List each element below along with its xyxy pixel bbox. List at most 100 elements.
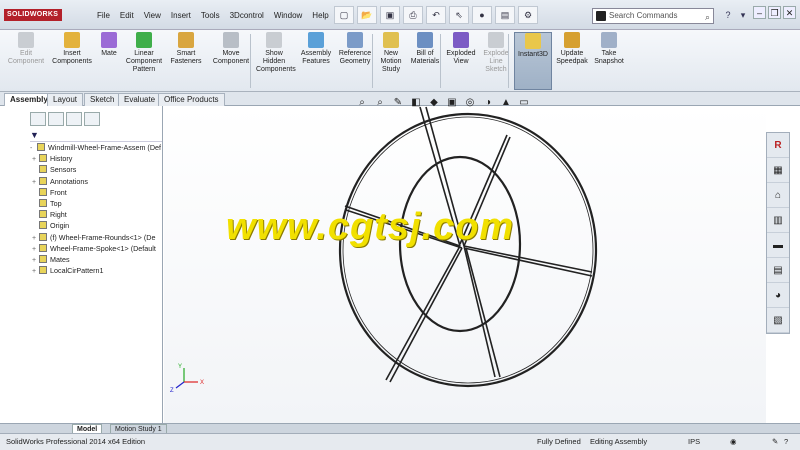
- print-icon[interactable]: ⎙: [403, 6, 423, 24]
- tab-layout[interactable]: Layout: [47, 93, 84, 106]
- tree-item[interactable]: + Mates: [30, 254, 163, 265]
- tree-item[interactable]: + Wheel-Frame-Spoke<1> (Default: [30, 243, 163, 254]
- home-icon[interactable]: ⌂: [767, 183, 789, 208]
- tab-office-products[interactable]: Office Products: [158, 93, 225, 106]
- tree-item[interactable]: Top: [30, 198, 163, 209]
- watermark-text: www.cgtsj.com: [226, 206, 515, 248]
- rebuild-icon[interactable]: ●: [472, 6, 492, 24]
- menu-item-view[interactable]: View: [139, 10, 166, 22]
- apply-scene-icon[interactable]: ▲: [499, 96, 513, 110]
- help-status-icon[interactable]: ?: [784, 434, 788, 450]
- file-properties-icon[interactable]: ▤: [495, 6, 515, 24]
- ribbon-reference-geometry-button[interactable]: Reference Geometry: [336, 32, 374, 90]
- ribbon-label: Take Snapshot: [594, 50, 624, 65]
- feature-manager-tab-icon[interactable]: [30, 112, 46, 126]
- menu-item-window[interactable]: Window: [269, 10, 307, 22]
- search-icon[interactable]: ⌕: [705, 10, 710, 24]
- folder-icon[interactable]: ▬: [767, 233, 789, 258]
- menu-item-insert[interactable]: Insert: [166, 10, 196, 22]
- units-selector[interactable]: IPS: [688, 434, 700, 450]
- tab-sketch[interactable]: Sketch: [84, 93, 121, 106]
- edit-appearance-icon[interactable]: ◑: [481, 96, 495, 110]
- display-manager-tab-icon[interactable]: [84, 112, 100, 126]
- tree-item[interactable]: + LocalCirPattern1: [30, 265, 163, 276]
- view-orientation-icon[interactable]: ◆: [427, 96, 441, 110]
- minimize-icon[interactable]: –: [753, 6, 766, 19]
- ribbon-move-component-button[interactable]: Move Component: [208, 32, 254, 90]
- rebuild-status-icon: ◉: [730, 437, 737, 446]
- model-tabs: Model Motion Study 1: [0, 423, 800, 434]
- configuration-manager-tab-icon[interactable]: [66, 112, 82, 126]
- title-bar: SOLIDWORKS File Edit View Insert Tools 3Dcont…: [0, 0, 800, 30]
- tree-item-label: Top: [50, 198, 62, 208]
- tree-item[interactable]: - Windmill-Wheel-Frame-Assem (Def: [30, 142, 163, 153]
- save-icon[interactable]: ▣: [380, 6, 400, 24]
- restore-icon[interactable]: ❐: [768, 6, 781, 19]
- expand-toggle-icon[interactable]: +: [32, 266, 39, 277]
- new-motion-study-icon: [383, 32, 399, 48]
- tree-item[interactable]: Right: [30, 209, 163, 220]
- ribbon-label: Exploded View: [446, 50, 476, 65]
- ribbon-smart-fasteners-button[interactable]: Smart Fasteners: [166, 32, 206, 90]
- tree-item[interactable]: + History: [30, 153, 163, 164]
- search-commands-input[interactable]: Search Commands ⌕: [592, 8, 714, 24]
- appearances-icon[interactable]: ◕: [767, 283, 789, 308]
- menu-item-file[interactable]: File: [92, 10, 115, 22]
- menu-item-tools[interactable]: Tools: [196, 10, 225, 22]
- design-library-icon[interactable]: ▦: [767, 158, 789, 183]
- select-icon[interactable]: ⇖: [449, 6, 469, 24]
- ribbon-bill-of-materials-button[interactable]: Bill of Materials: [408, 32, 442, 90]
- menu-item-help[interactable]: Help: [307, 10, 333, 22]
- menu-item-edit[interactable]: Edit: [115, 10, 139, 22]
- menu-item-3dcontrol[interactable]: 3Dcontrol: [225, 10, 269, 22]
- view-settings-icon[interactable]: ▭: [517, 96, 531, 110]
- instant3d-icon: [525, 33, 541, 49]
- ribbon-take-snapshot-button[interactable]: Take Snapshot: [592, 32, 626, 90]
- options-icon[interactable]: ⚙: [518, 6, 538, 24]
- graphics-area[interactable]: Y X Z: [164, 106, 766, 423]
- close-icon[interactable]: ✕: [783, 6, 796, 19]
- feature-tree: - Windmill-Wheel-Frame-Assem (Def + History…: [30, 142, 163, 276]
- custom-properties-icon[interactable]: ▧: [767, 308, 789, 333]
- filter-icon[interactable]: ▼: [30, 130, 39, 140]
- view-palette-icon[interactable]: ▤: [767, 258, 789, 283]
- property-manager-tab-icon[interactable]: [48, 112, 64, 126]
- zoom-to-area-icon[interactable]: ⌕: [373, 96, 387, 110]
- help-icon[interactable]: ?: [722, 8, 734, 22]
- tree-filter[interactable]: ▼: [30, 130, 162, 142]
- ribbon-new-motion-study-button[interactable]: New Motion Study: [376, 32, 406, 90]
- notes-icon[interactable]: ✎: [772, 434, 778, 450]
- tree-item-label: History: [50, 154, 73, 164]
- ribbon-show-hidden-components-button[interactable]: Show Hidden Components: [256, 32, 296, 90]
- tree-item[interactable]: + (f) Wheel-Frame-Rounds<1> (De: [30, 232, 163, 243]
- ribbon-linear-component-pattern-button[interactable]: Linear Component Pattern: [124, 32, 164, 90]
- search-scope-icon[interactable]: [596, 11, 606, 21]
- help-dropdown-icon[interactable]: ▾: [737, 8, 749, 22]
- open-icon[interactable]: 📂: [357, 6, 377, 24]
- ribbon-insert-components-button[interactable]: Insert Components: [50, 32, 94, 90]
- tree-item[interactable]: + Annotations: [30, 176, 163, 187]
- new-document-icon[interactable]: ▢: [334, 6, 354, 24]
- ribbon-exploded-view-button[interactable]: Exploded View: [444, 32, 478, 90]
- ribbon-update-speedpak-button[interactable]: Update Speedpak: [554, 32, 590, 90]
- tree-item[interactable]: Origin: [30, 220, 163, 231]
- ribbon-edit-component-button[interactable]: Edit Component: [4, 32, 48, 90]
- tree-item-label: Right: [50, 210, 67, 220]
- previous-view-icon[interactable]: ✎: [391, 96, 405, 110]
- tree-item[interactable]: Front: [30, 187, 163, 198]
- ribbon-label: Show Hidden Components: [256, 50, 296, 73]
- display-style-icon[interactable]: ▣: [445, 96, 459, 110]
- ribbon-assembly-features-button[interactable]: Assembly Features: [298, 32, 334, 90]
- hide-show-items-icon[interactable]: ◎: [463, 96, 477, 110]
- tree-item-label: (f) Wheel-Frame-Rounds<1> (De: [50, 232, 156, 242]
- zoom-to-fit-icon[interactable]: ⌕: [355, 96, 369, 110]
- solidworks-resources-icon[interactable]: R: [767, 133, 789, 158]
- ribbon-instant3d-button[interactable]: Instant3D: [514, 32, 552, 90]
- tree-node-icon: [39, 165, 47, 174]
- file-explorer-icon[interactable]: ▥: [767, 208, 789, 233]
- tab-evaluate[interactable]: Evaluate: [118, 93, 162, 106]
- ribbon-mate-button[interactable]: Mate: [96, 32, 122, 90]
- tree-item[interactable]: Sensors: [30, 164, 163, 175]
- undo-icon[interactable]: ↶: [426, 6, 446, 24]
- section-view-icon[interactable]: ◧: [409, 96, 423, 110]
